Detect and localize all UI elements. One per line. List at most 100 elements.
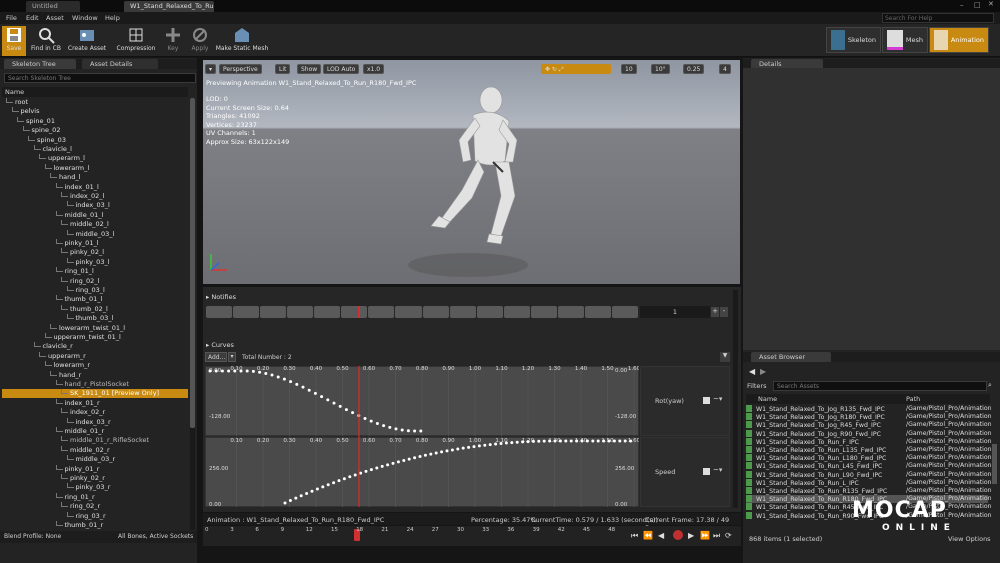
bone-item[interactable]: SK_1911_01 [Preview Only] (2, 389, 188, 399)
mode-animation-button[interactable]: Animation (929, 27, 989, 53)
bone-item[interactable]: lowerarm_twist_01_l (50, 323, 125, 333)
bone-item[interactable]: root (6, 98, 28, 107)
notify-track[interactable] (206, 306, 638, 318)
step-back-icon[interactable]: ⏪ (643, 531, 653, 540)
loop-icon[interactable]: ⟳ (725, 531, 732, 540)
save-button[interactable]: Save (2, 26, 26, 56)
anim-scrollbar[interactable] (733, 290, 738, 508)
bone-item[interactable]: pinky_01_r (55, 464, 99, 474)
bone-item[interactable]: index_03_l (66, 201, 110, 210)
bone-item[interactable]: clavicle_l (33, 145, 72, 154)
rot-curve-options[interactable]: ~▾ (713, 395, 722, 403)
bone-item[interactable]: index_02_l (61, 192, 104, 201)
tab-asset-details[interactable]: Asset Details (82, 59, 158, 69)
remove-track-button[interactable]: - (720, 307, 728, 317)
asset-row[interactable]: W1_Stand_Relaxed_To_Jog_R135_Fwd_IPC/Gam… (746, 405, 992, 413)
tab-animation[interactable]: W1_Stand_Relaxed_To_Ru (124, 1, 214, 12)
find-in-cb-button[interactable]: Find in CB (30, 26, 62, 56)
asset-search-input[interactable]: Search Assets (773, 381, 987, 391)
bone-item[interactable]: lowerarm_l (44, 163, 89, 173)
bone-item[interactable]: thumb_01_l (55, 295, 102, 304)
asset-row[interactable]: W1_Stand_Relaxed_To_Run_L90_Fwd_IPC/Game… (746, 470, 992, 479)
socket-item[interactable]: hand_r_PistolSocket (55, 380, 129, 389)
bone-item[interactable]: pelvis (11, 107, 39, 116)
create-asset-button[interactable]: Create Asset (67, 26, 107, 56)
bone-item[interactable]: pinky_02_r (61, 474, 105, 483)
bone-item[interactable]: index_01_l (55, 182, 99, 192)
back-arrow-icon[interactable]: ◀ (749, 367, 755, 376)
record-icon[interactable] (673, 530, 683, 540)
menu-edit[interactable]: Edit (26, 14, 39, 22)
asset-row[interactable]: W1_Stand_Relaxed_To_Jog_R180_Fwd_IPC/Gam… (746, 413, 992, 421)
bone-item[interactable]: hand_l (50, 173, 80, 182)
skeleton-search-input[interactable]: Search Skeleton Tree (4, 73, 196, 83)
bone-item[interactable]: pinky_03_r (66, 483, 110, 492)
bone-item[interactable]: index_01_r (55, 398, 100, 408)
asset-row[interactable]: W1_Stand_Relaxed_To_Jog_R90_Fwd_IPC/Game… (746, 429, 992, 438)
col-name[interactable]: Name (758, 395, 777, 403)
bone-filter-dropdown[interactable]: All Bones, Active Sockets (118, 533, 193, 540)
play-reverse-icon[interactable]: ◀ (658, 531, 664, 540)
asset-scrollbar-thumb[interactable] (992, 444, 997, 484)
apply-button[interactable]: Apply (189, 26, 211, 56)
asset-row[interactable]: W1_Stand_Relaxed_To_Run_F_IPC/Game/Pisto… (746, 437, 992, 446)
asset-row[interactable]: W1_Stand_Relaxed_To_Run_L180_Fwd_IPC/Gam… (746, 454, 992, 462)
mode-skeleton-button[interactable]: Skeleton (826, 27, 881, 53)
tab-skeleton-tree[interactable]: Skeleton Tree (4, 59, 76, 69)
bone-item[interactable]: middle_01_r (55, 427, 104, 436)
bone-item[interactable]: lowerarm_r (44, 361, 90, 370)
asset-row[interactable]: W1_Stand_Relaxed_To_Run_R135_Fwd_IPC/Gam… (746, 487, 992, 495)
add-curve-button[interactable]: Add... (205, 352, 227, 362)
add-curve-dropdown[interactable]: ▾ (228, 352, 236, 362)
menu-help[interactable]: Help (105, 14, 120, 22)
bone-item[interactable]: index_02_r (61, 408, 105, 417)
help-search-input[interactable]: Search For Help (882, 13, 994, 23)
bone-item[interactable]: ring_03_l (66, 286, 105, 295)
asset-row[interactable]: W1_Stand_Relaxed_To_Run_L45_Fwd_IPC/Game… (746, 462, 992, 470)
close-icon[interactable]: ✕ (988, 0, 994, 8)
rot-curve-checkbox[interactable] (703, 397, 710, 404)
menu-file[interactable]: File (6, 14, 17, 22)
timeline-scrubber[interactable]: ⏮ ⏪ ◀ ▶ ⏩ ⏭ ⟳ 0 3 6 9 12 15 18 21 24 27 30 33 36 39 42… (203, 526, 741, 546)
forward-arrow-icon[interactable]: ▶ (760, 367, 766, 376)
bone-item[interactable]: pinky_02_l (61, 248, 104, 257)
skip-start-icon[interactable]: ⏮ (631, 531, 638, 541)
bone-item[interactable]: pinky_01_l (55, 239, 99, 248)
menu-window[interactable]: Window (72, 14, 98, 22)
col-path[interactable]: Path (906, 395, 920, 403)
skip-end-icon[interactable]: ⏭ (713, 531, 720, 541)
minimize-icon[interactable]: – (960, 1, 964, 9)
speed-curve-options[interactable]: ~▾ (713, 466, 722, 474)
bone-item[interactable]: thumb_01_r (55, 521, 103, 530)
bone-item[interactable]: thumb_02_l (61, 304, 108, 314)
bone-item[interactable]: middle_03_l (66, 229, 114, 239)
bone-item[interactable]: hand_r (50, 370, 81, 380)
bone-item[interactable]: ring_01_l (55, 267, 94, 276)
bone-item[interactable]: ring_03_r (66, 511, 106, 521)
viewport[interactable]: ▾ Perspective Lit Show LOD Auto x1.0 ✥ ↻… (203, 60, 740, 284)
bone-item[interactable]: spine_02 (22, 126, 60, 135)
tree-scrollbar-thumb[interactable] (190, 98, 195, 428)
bone-item[interactable]: middle_02_l (61, 220, 109, 229)
bone-item[interactable]: middle_01_l (55, 210, 103, 220)
bone-item[interactable]: upperarm_l (39, 154, 85, 163)
asset-row[interactable]: W1_Stand_Relaxed_To_Jog_R45_Fwd_IPC/Game… (746, 421, 992, 429)
asset-row[interactable]: W1_Stand_Relaxed_To_Run_L135_Fwd_IPC/Gam… (746, 446, 992, 454)
tab-untitled[interactable]: Untitled (26, 1, 80, 12)
bone-item[interactable]: spine_03 (28, 135, 66, 145)
bone-item[interactable]: index_03_r (66, 417, 111, 427)
bone-item[interactable]: clavicle_r (33, 342, 73, 351)
play-icon[interactable]: ▶ (688, 531, 694, 540)
maximize-icon[interactable]: □ (974, 1, 981, 9)
speed-curve-checkbox[interactable] (703, 468, 710, 475)
curves-options-button[interactable]: ▼ (720, 352, 730, 362)
bone-item[interactable]: pinky_03_l (66, 257, 110, 267)
bone-item[interactable]: ring_02_r (61, 502, 100, 511)
socket-item[interactable]: middle_01_r_RifleSocket (61, 436, 149, 445)
bone-item[interactable]: middle_02_r (61, 445, 110, 455)
add-track-button[interactable]: + (711, 307, 719, 317)
tab-asset-browser[interactable]: Asset Browser (751, 352, 831, 362)
filters-dropdown[interactable]: Filters (747, 382, 766, 390)
bone-item[interactable]: ring_01_r (55, 492, 95, 502)
mode-mesh-button[interactable]: Mesh (882, 27, 928, 53)
